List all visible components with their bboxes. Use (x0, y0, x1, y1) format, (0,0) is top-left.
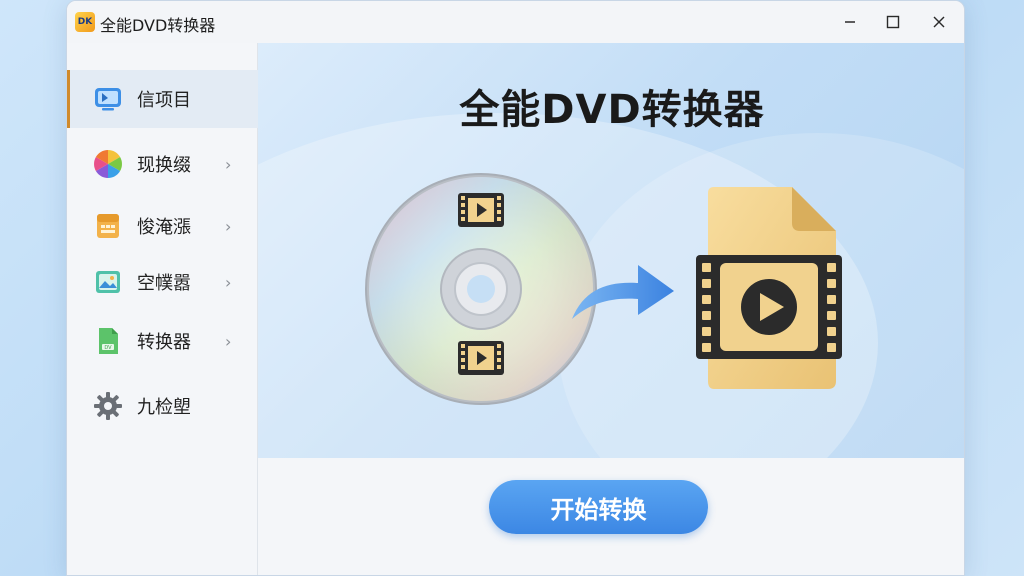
close-icon (933, 16, 945, 28)
sidebar-item-label: 现换缀 (137, 155, 191, 176)
sidebar-item-label: 九检塱 (137, 397, 191, 418)
sidebar-item-label: 信项目 (137, 90, 191, 111)
chevron-right-icon: › (225, 272, 232, 292)
window-title: 全能DVD转换器 (100, 16, 216, 35)
dvd-disc-icon (365, 173, 597, 405)
chevron-right-icon: › (225, 154, 232, 174)
title-bar[interactable]: DK 全能DVD转换器 (67, 1, 964, 43)
convert-arrow-icon (572, 265, 674, 319)
archive-box-icon (93, 211, 123, 241)
sidebar-item-1[interactable]: 现换缀 › (67, 135, 258, 193)
maximize-button[interactable] (878, 7, 908, 37)
minimize-button[interactable] (835, 7, 865, 37)
minimize-icon (845, 21, 855, 23)
video-file-icon (696, 187, 842, 389)
chevron-right-icon: › (225, 216, 232, 236)
sidebar-item-5[interactable]: 九检塱 (67, 377, 258, 435)
document-icon: DV (93, 326, 123, 356)
color-wheel-icon (93, 149, 123, 179)
image-file-icon (93, 267, 123, 297)
sidebar-item-label: 空幞嚣 (137, 273, 191, 294)
monitor-icon (93, 84, 123, 114)
app-logo-icon: DK (75, 12, 95, 32)
svg-text:DV: DV (104, 345, 112, 351)
sidebar-item-4[interactable]: DV 转换器 › (67, 312, 258, 370)
hero-title: 全能DVD转换器 (459, 87, 765, 133)
maximize-icon (886, 15, 900, 29)
sidebar: 信项目 现换缀 › 悛淹漲 › 空幞嚣 › DV 转换器 › 九检塱 (67, 43, 258, 575)
hero-banner: 全能DVD转换器 (258, 43, 964, 458)
sidebar-item-label: 悛淹漲 (137, 217, 191, 238)
start-convert-button[interactable]: 开始转换 (489, 480, 708, 534)
gear-icon (93, 391, 123, 421)
chevron-right-icon: › (225, 331, 232, 351)
sidebar-item-3[interactable]: 空幞嚣 › (67, 253, 258, 311)
close-button[interactable] (924, 7, 954, 37)
sidebar-item-0[interactable]: 信项目 (67, 70, 258, 128)
action-bar: 开始转换 (258, 458, 964, 575)
sidebar-item-2[interactable]: 悛淹漲 › (67, 197, 258, 255)
sidebar-item-label: 转换器 (137, 332, 191, 353)
app-window: DK 全能DVD转换器 信项目 现换缀 › 悛淹漲 › 空幞嚣 › DV 转换器… (66, 0, 965, 576)
